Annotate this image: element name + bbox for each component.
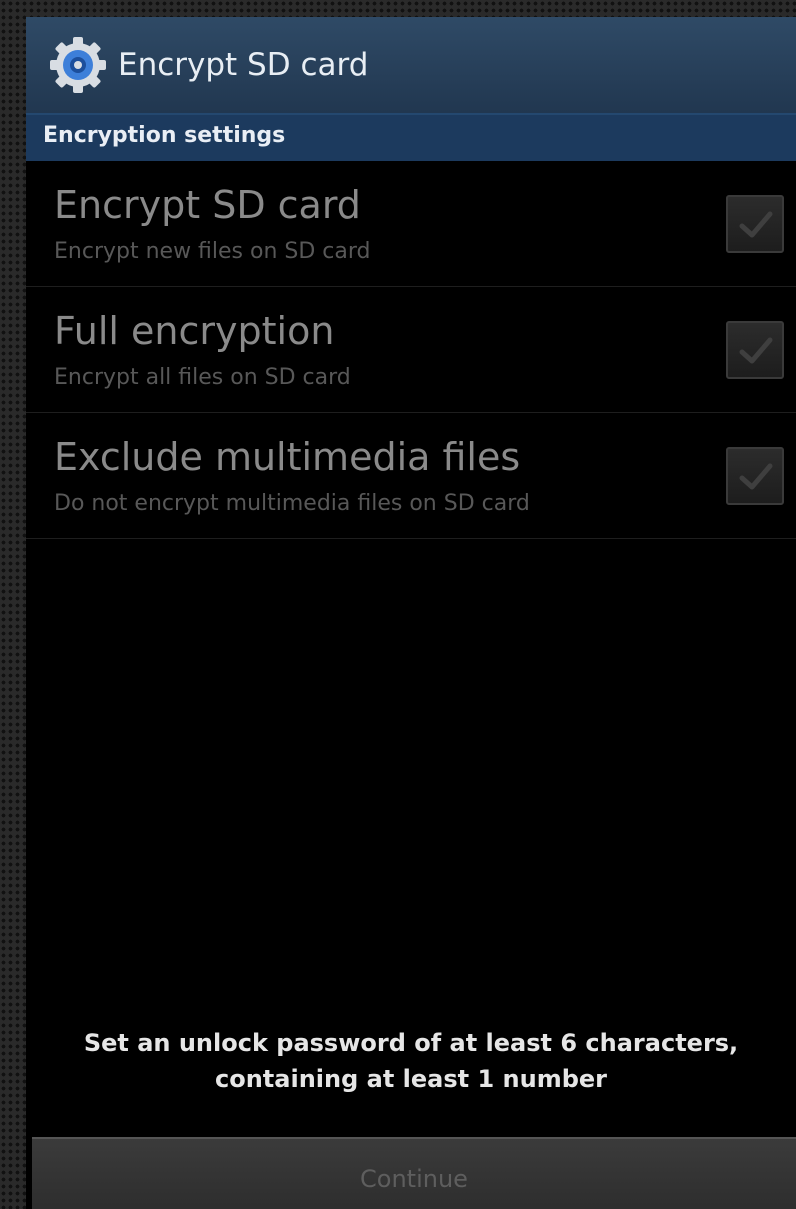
settings-list: Encrypt SD card Encrypt new files on SD … bbox=[26, 161, 796, 539]
device-frame: Encrypt SD card Encryption settings Encr… bbox=[0, 0, 796, 1209]
section-header-label: Encryption settings bbox=[43, 123, 286, 148]
screen: Encrypt SD card Encryption settings Encr… bbox=[26, 17, 796, 1209]
app-title: Encrypt SD card bbox=[118, 47, 369, 83]
setting-title: Exclude multimedia files bbox=[54, 435, 521, 479]
setting-subtitle: Do not encrypt multimedia files on SD ca… bbox=[54, 491, 530, 516]
setting-title: Encrypt SD card bbox=[54, 183, 361, 227]
setting-subtitle: Encrypt all files on SD card bbox=[54, 365, 351, 390]
gear-icon bbox=[50, 37, 106, 93]
setting-encrypt-sd-card[interactable]: Encrypt SD card Encrypt new files on SD … bbox=[26, 161, 796, 287]
checkmark-icon bbox=[739, 211, 773, 238]
title-bar: Encrypt SD card bbox=[26, 17, 796, 113]
encrypt-sd-card-checkbox[interactable] bbox=[726, 195, 784, 253]
exclude-multimedia-checkbox[interactable] bbox=[726, 447, 784, 505]
setting-title: Full encryption bbox=[54, 309, 335, 353]
setting-exclude-multimedia[interactable]: Exclude multimedia files Do not encrypt … bbox=[26, 413, 796, 539]
password-notice-line2: containing at least 1 number bbox=[215, 1065, 607, 1093]
checkmark-icon bbox=[739, 337, 773, 364]
setting-subtitle: Encrypt new files on SD card bbox=[54, 239, 371, 264]
checkmark-icon bbox=[739, 463, 773, 490]
continue-button[interactable]: Continue bbox=[32, 1137, 796, 1209]
full-encryption-checkbox[interactable] bbox=[726, 321, 784, 379]
password-notice-line1: Set an unlock password of at least 6 cha… bbox=[83, 1029, 739, 1057]
continue-button-label: Continue bbox=[360, 1165, 468, 1193]
setting-full-encryption[interactable]: Full encryption Encrypt all files on SD … bbox=[26, 287, 796, 413]
password-notice: Set an unlock password of at least 6 cha… bbox=[26, 1025, 796, 1097]
section-header: Encryption settings bbox=[26, 113, 796, 161]
